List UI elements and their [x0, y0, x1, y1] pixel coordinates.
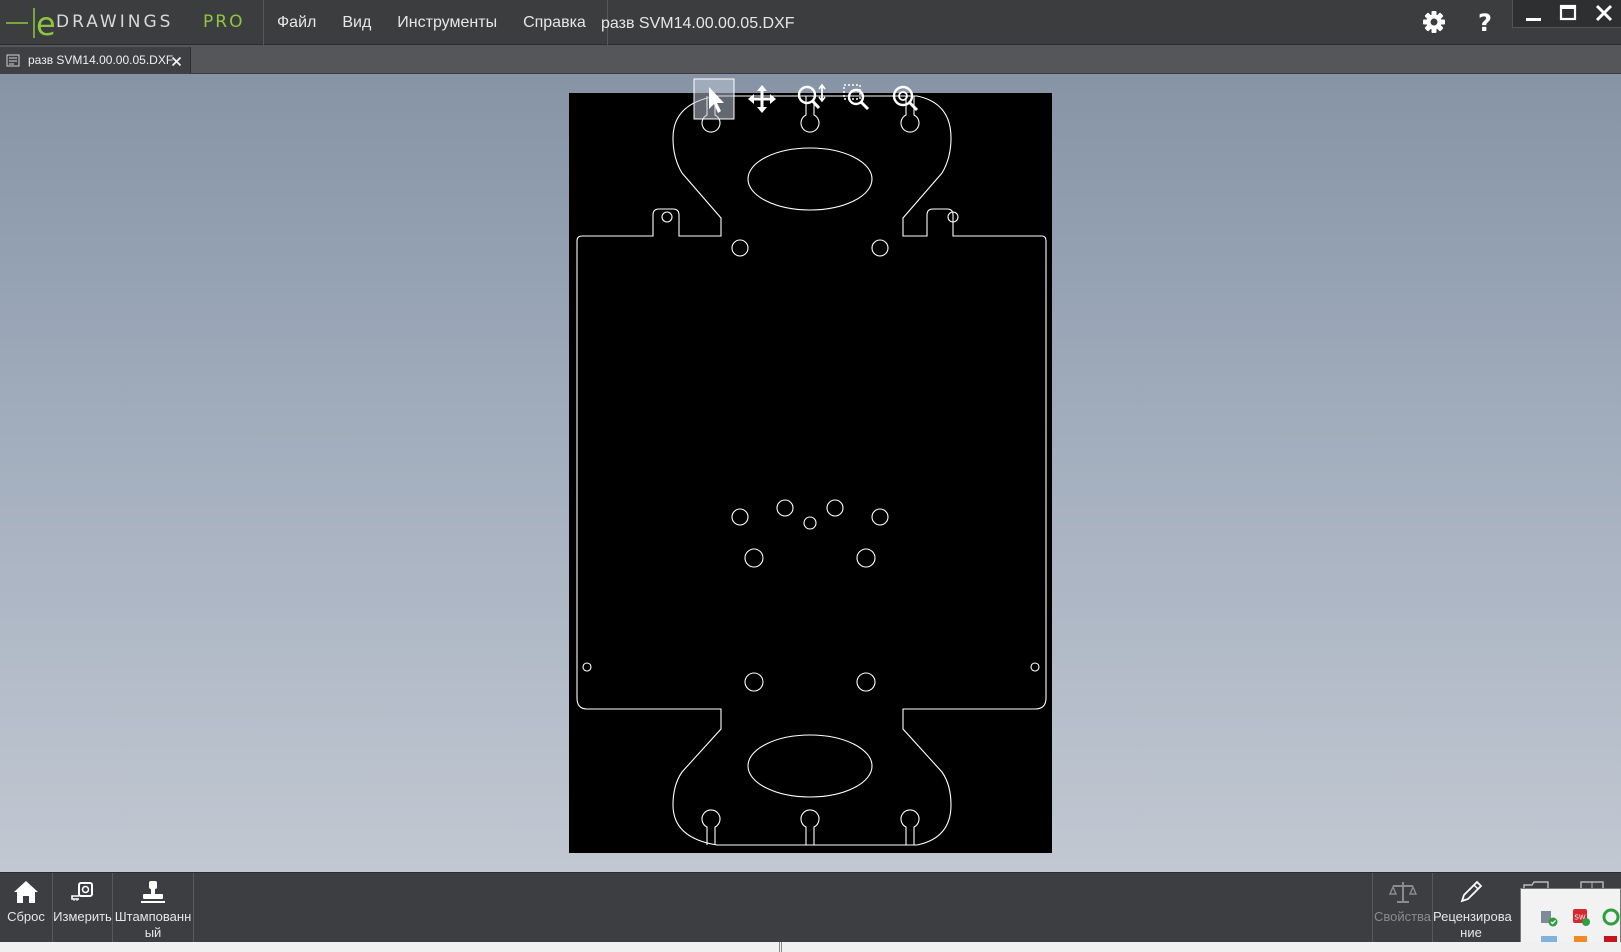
hole [871, 508, 889, 526]
zoom-to-area-icon[interactable] [841, 82, 875, 116]
reset-label: Сброс [7, 909, 45, 924]
document-icon [6, 54, 20, 67]
tape-measure-icon [70, 882, 93, 901]
review-button[interactable]: Рецензирова ние [1433, 873, 1512, 943]
network-drive-icon[interactable] [1539, 909, 1559, 927]
stamp-label-line2: ый [144, 925, 162, 940]
view-toolbar [693, 78, 933, 120]
hole [744, 548, 764, 568]
pan-icon[interactable] [745, 82, 779, 116]
logo-text: DRAWINGS [56, 12, 174, 32]
green-app-icon[interactable] [1601, 907, 1621, 927]
tab-document[interactable]: разв SVM14.00.00.05.DXF [0, 47, 191, 74]
gear-icon[interactable] [1420, 8, 1448, 36]
svg-text:e: e [36, 6, 56, 40]
drawing-sheet[interactable] [569, 93, 1052, 853]
hole [776, 499, 794, 517]
hole [1030, 662, 1040, 672]
slot-bottom-right [900, 809, 920, 845]
hole [661, 211, 673, 223]
tab-close-icon[interactable] [171, 56, 182, 67]
review-label-line1: Рецензирова [1433, 909, 1512, 924]
part-outline [576, 95, 1047, 846]
hole [871, 239, 889, 257]
measure-button[interactable]: Измерить [53, 873, 113, 943]
splitter-handle[interactable] [779, 942, 782, 952]
app-logo: e DRAWINGS PRO [0, 0, 264, 45]
edrawings-logo-icon: e [6, 6, 56, 40]
window-controls [1512, 0, 1621, 28]
review-label-line2: ние [1460, 925, 1482, 940]
solidworks-icon[interactable]: SW [1571, 907, 1591, 927]
logo-pro-text: PRO [203, 12, 245, 32]
tab-strip: разв SVM14.00.00.05.DXF [0, 45, 1621, 74]
pencil-icon [1460, 880, 1483, 903]
zoom-icon[interactable] [889, 82, 923, 116]
status-bar [0, 942, 1621, 952]
stamp-button[interactable]: Штампованн ый [113, 873, 194, 943]
hole [731, 508, 749, 526]
hole [582, 662, 592, 672]
menu-help[interactable]: Справка [510, 0, 599, 45]
menu-bar: Файл Вид Инструменты Справка [264, 0, 608, 45]
zoom-to-fit-icon[interactable] [793, 82, 827, 116]
hole [856, 548, 876, 568]
properties-label: Свойства [1373, 909, 1432, 924]
tab-label: разв SVM14.00.00.05.DXF [28, 53, 174, 67]
home-icon [14, 881, 38, 903]
cutout-top-ellipse [747, 147, 873, 211]
menu-file[interactable]: Файл [264, 0, 329, 45]
properties-button[interactable]: Свойства [1372, 873, 1433, 943]
close-icon[interactable] [1593, 3, 1615, 23]
drawing-viewport[interactable] [0, 74, 1621, 872]
stamp-label-line1: Штампованн [114, 909, 192, 924]
slot-bottom-center [800, 809, 820, 845]
hole [744, 672, 764, 692]
menu-view[interactable]: Вид [329, 0, 384, 45]
cutout-bottom-ellipse [747, 734, 873, 798]
help-icon[interactable]: ? [1471, 8, 1499, 36]
maximize-icon[interactable] [1557, 3, 1579, 23]
title-bar: e DRAWINGS PRO Файл Вид Инструменты Спра… [0, 0, 1621, 45]
hole [856, 672, 876, 692]
hole [826, 499, 844, 517]
hole [731, 239, 749, 257]
svg-text:?: ? [1478, 9, 1492, 36]
measure-label: Измерить [53, 909, 112, 924]
document-title: разв SVM14.00.00.05.DXF [601, 15, 795, 32]
scales-icon [1388, 882, 1417, 903]
slot-bottom-left [701, 809, 721, 845]
reset-button[interactable]: Сброс [0, 873, 53, 943]
menu-tools[interactable]: Инструменты [384, 0, 510, 45]
bottom-toolbar: Сброс Измерить Штампованн ый Свойства Ре… [0, 872, 1621, 943]
stamp-icon [141, 881, 165, 903]
hole [803, 516, 817, 530]
select-tool-button[interactable] [693, 78, 735, 120]
minimize-icon[interactable] [1523, 4, 1545, 24]
